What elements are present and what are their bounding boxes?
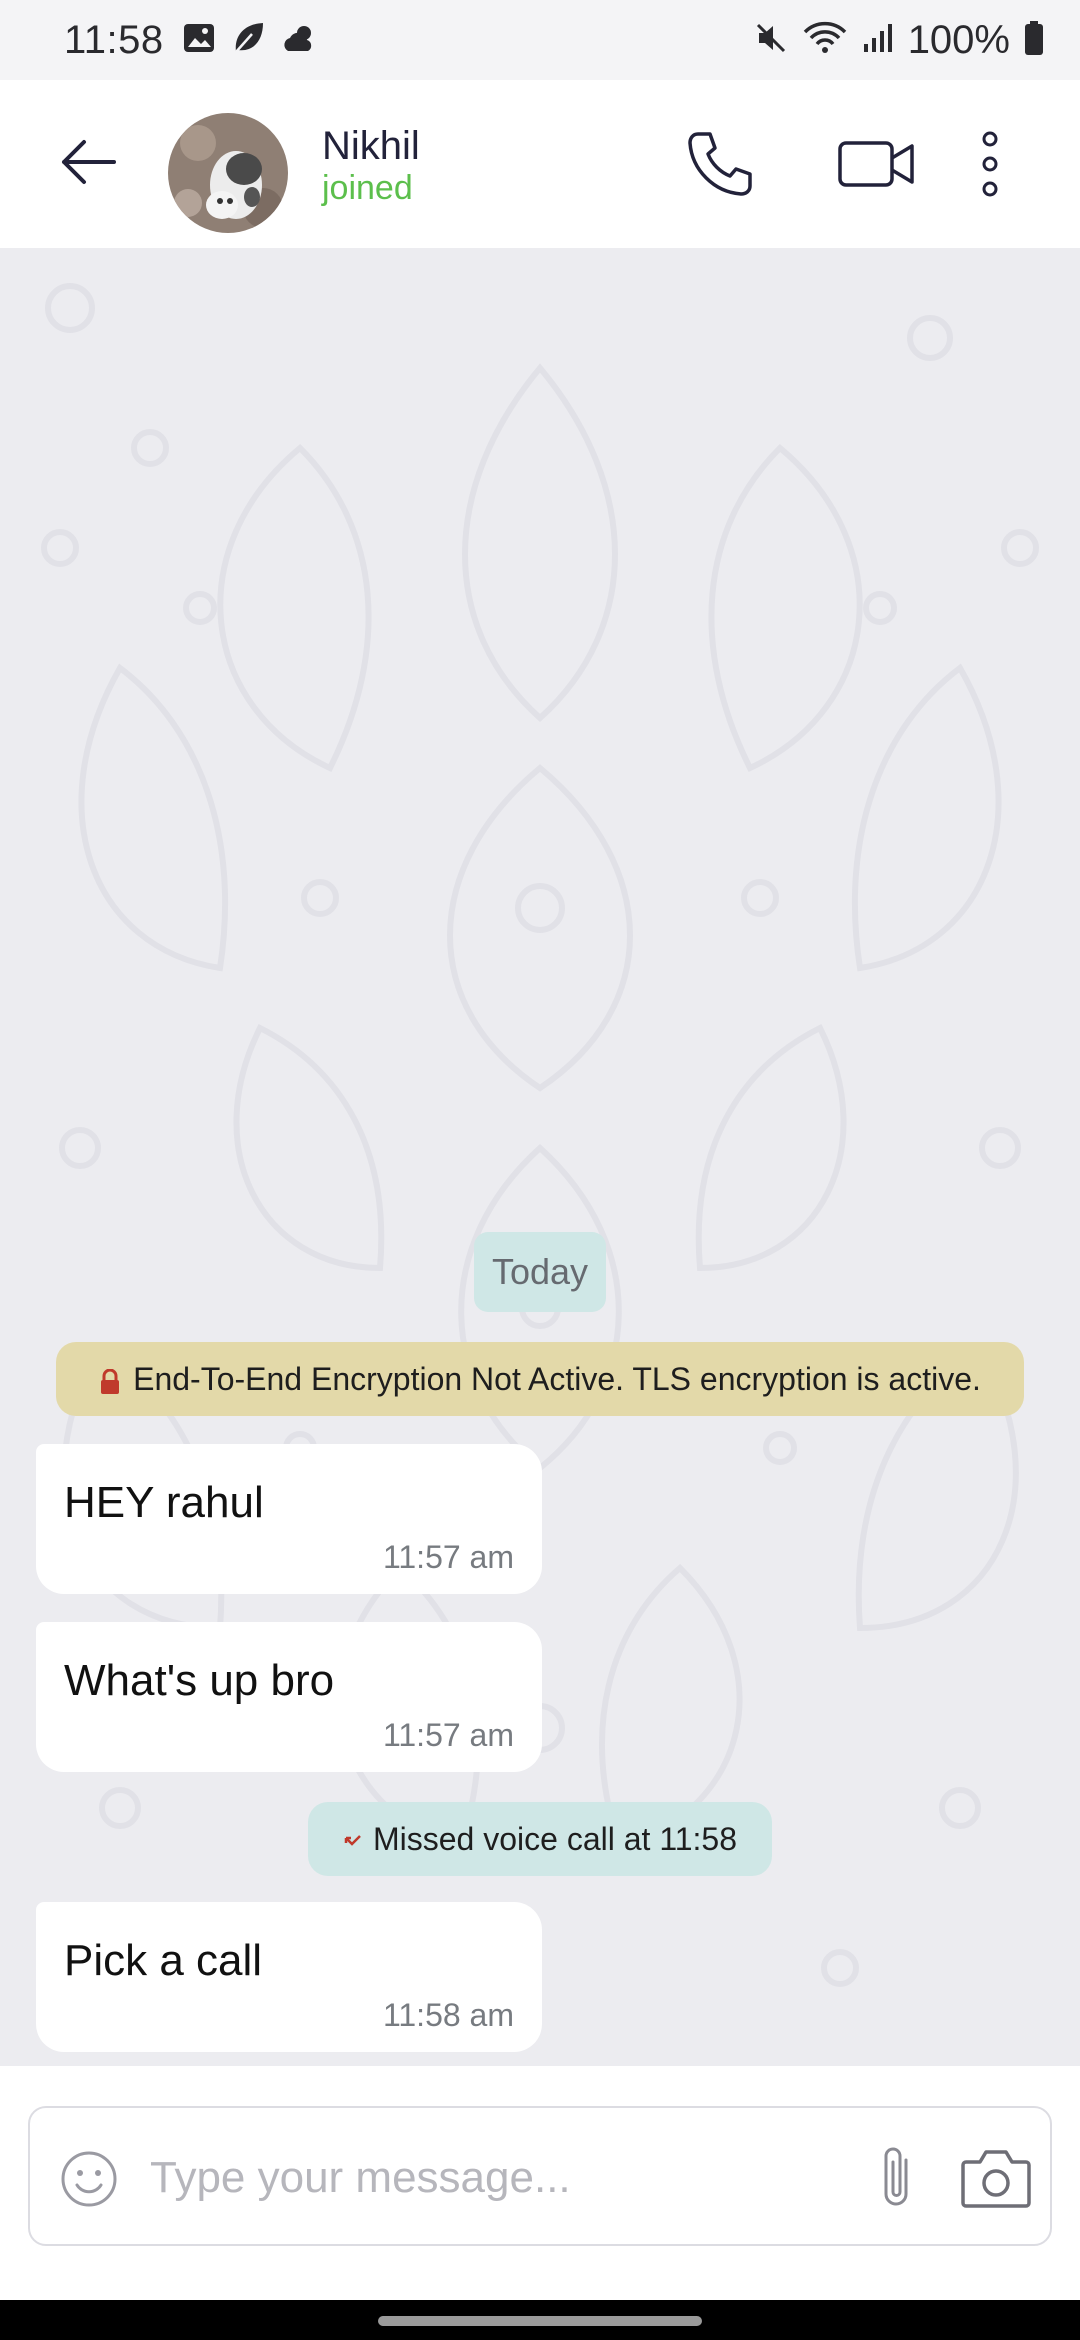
- camera-button[interactable]: [960, 2146, 1032, 2210]
- encryption-notice[interactable]: End-To-End Encryption Not Active. TLS en…: [56, 1342, 1024, 1416]
- encryption-notice-text: End-To-End Encryption Not Active. TLS en…: [133, 1360, 981, 1397]
- weather-icon: [280, 21, 318, 60]
- status-system-icons: 100%: [754, 18, 1044, 63]
- status-time: 11:58: [64, 17, 164, 62]
- message-time: 11:57 am: [382, 1539, 514, 1575]
- missed-call-icon: [343, 1821, 363, 1858]
- message-input-container[interactable]: [28, 2106, 1052, 2246]
- image-icon: [182, 21, 216, 60]
- missed-call-text: Missed voice call at 11:58: [372, 1820, 738, 1857]
- message-text: HEY rahul: [64, 1478, 264, 1527]
- message-bubble[interactable]: What's up bro 11:57 am: [36, 1622, 542, 1772]
- video-camera-icon: [837, 138, 915, 195]
- message-bubble[interactable]: Pick a call 11:58 am: [36, 1902, 542, 2052]
- cat-photo: [168, 113, 288, 233]
- message-bubble[interactable]: HEY rahul 11:57 am: [36, 1444, 542, 1594]
- status-notification-icons: [182, 20, 318, 61]
- chat-area[interactable]: Today End-To-End Encryption Not Active. …: [0, 248, 1080, 2066]
- message-time: 11:58 am: [382, 1997, 514, 2033]
- video-call-button[interactable]: [816, 126, 936, 206]
- message-input[interactable]: [150, 2138, 870, 2218]
- battery-percent: 100%: [907, 17, 1010, 62]
- system-nav-bar: [0, 2300, 1080, 2340]
- back-arrow-icon: [58, 138, 118, 191]
- status-bar: 11:58 100%: [0, 0, 1080, 80]
- chat-background-pattern: [41, 283, 1039, 1987]
- mute-icon: [754, 21, 788, 60]
- home-handle[interactable]: [378, 2316, 702, 2326]
- missed-call-notice[interactable]: Missed voice call at 11:58: [308, 1802, 772, 1876]
- more-vertical-icon: [978, 131, 1002, 202]
- message-time: 11:57 am: [382, 1717, 514, 1753]
- voice-call-button[interactable]: [680, 126, 760, 206]
- message-text: Pick a call: [64, 1936, 263, 1985]
- emoji-button[interactable]: [60, 2150, 118, 2208]
- date-separator: Today: [474, 1232, 606, 1312]
- message-composer: [0, 2066, 1080, 2300]
- phone-icon: [684, 128, 756, 205]
- message-text: What's up bro: [64, 1656, 335, 1705]
- lock-icon: [99, 1366, 121, 1394]
- contact-name: Nikhil: [322, 124, 420, 168]
- chat-header: Nikhil joined: [0, 80, 1080, 248]
- attach-icon: [884, 2147, 908, 2206]
- contact-status: joined: [322, 169, 413, 207]
- emoji-icon: [61, 2151, 117, 2207]
- avatar[interactable]: [168, 113, 288, 233]
- contact-info[interactable]: Nikhil joined: [322, 124, 420, 208]
- attach-button[interactable]: [872, 2144, 922, 2212]
- battery-icon: [1024, 20, 1044, 61]
- leaf-icon: [230, 20, 266, 61]
- more-options-button[interactable]: [950, 126, 1030, 206]
- wifi-icon: [802, 20, 848, 61]
- camera-icon: [961, 2150, 1031, 2208]
- back-button[interactable]: [56, 136, 120, 192]
- signal-icon: [862, 22, 894, 59]
